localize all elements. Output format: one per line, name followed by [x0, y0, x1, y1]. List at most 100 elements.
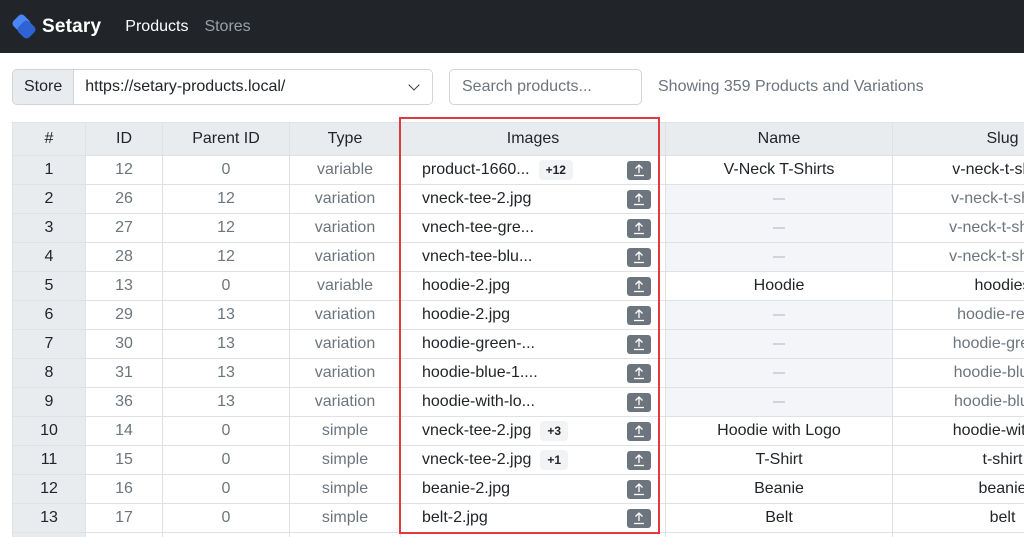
upload-image-button[interactable] — [627, 334, 651, 354]
cell-id[interactable]: 26 — [85, 184, 163, 214]
store-select[interactable]: https://setary-products.local/ — [74, 70, 432, 104]
search-input[interactable] — [449, 69, 642, 105]
cell-type[interactable]: simple — [289, 416, 401, 446]
table-row[interactable]: 5130variable hoodie-2.jpg Hoodiehoodies — [12, 271, 1024, 301]
cell-slug[interactable]: belt — [892, 503, 1024, 533]
upload-image-button[interactable] — [627, 363, 651, 383]
table-row[interactable]: 13 17 0 simple belt-2.jpg Belt belt — [12, 503, 1024, 533]
cell-slug[interactable] — [892, 532, 1024, 537]
cell-slug[interactable]: v-neck-t-shirt-r — [892, 184, 1024, 214]
cell-images[interactable]: vneck-tee-2.jpg — [400, 184, 666, 214]
nav-products[interactable]: Products — [125, 18, 188, 36]
cell-name[interactable]: V-Neck T-Shirts — [665, 155, 893, 185]
column-header-index[interactable]: # — [12, 122, 86, 156]
cell-type[interactable]: simple — [289, 503, 401, 533]
cell-slug[interactable]: hoodie-green- — [892, 329, 1024, 359]
cell-parent-id[interactable]: 12 — [162, 242, 290, 272]
cell-parent-id[interactable]: 13 — [162, 329, 290, 359]
cell-parent-id[interactable]: 0 — [162, 474, 290, 504]
cell-slug[interactable]: hoodie-blue-n — [892, 358, 1024, 388]
cell-type[interactable]: variation — [289, 184, 401, 214]
cell-slug[interactable]: beanie — [892, 474, 1024, 504]
cell-id[interactable]: 12 — [85, 155, 163, 185]
cell-name[interactable]: Belt — [665, 503, 893, 533]
cell-images[interactable]: product-1660... +12 — [400, 155, 666, 185]
more-images-badge[interactable]: +12 — [538, 160, 573, 180]
nav-stores[interactable]: Stores — [204, 18, 250, 36]
cell-type[interactable]: variation — [289, 242, 401, 272]
cell-slug[interactable]: v-neck-t-shirt-b — [892, 242, 1024, 272]
cell-slug[interactable]: t-shirt — [892, 445, 1024, 475]
upload-image-button[interactable] — [627, 276, 651, 296]
cell-images[interactable]: hoodie-2.jpg — [400, 271, 666, 301]
upload-image-button[interactable] — [627, 189, 651, 209]
cell-parent-id[interactable]: 12 — [162, 184, 290, 214]
upload-image-button[interactable] — [627, 218, 651, 238]
cell-parent-id[interactable]: 13 — [162, 358, 290, 388]
upload-image-button[interactable] — [627, 508, 651, 528]
cell-type[interactable]: variation — [289, 358, 401, 388]
cell-name[interactable] — [665, 300, 893, 330]
table-row[interactable]: 1 12 0 variable product-1660... +12 V-Neck T-S… — [12, 155, 1024, 185]
upload-image-button[interactable] — [627, 160, 651, 180]
cell-images[interactable]: hoodie-blue-1.... — [400, 358, 666, 388]
cell-images[interactable]: hoodie-green-... — [400, 329, 666, 359]
cell-parent-id[interactable] — [162, 532, 290, 537]
table-row[interactable]: 4 28 12 variation vnech-tee-blu... v-neck-t-s… — [12, 242, 1024, 272]
cell-parent-id[interactable]: 0 — [162, 155, 290, 185]
cell-type[interactable]: variation — [289, 329, 401, 359]
cell-type[interactable]: variable — [289, 155, 401, 185]
cell-type[interactable]: variable — [289, 271, 401, 301]
table-row[interactable]: 22612variation vneck-tee-2.jpg v-neck-t-sh… — [12, 184, 1024, 214]
upload-image-button[interactable] — [627, 450, 651, 470]
cell-name[interactable]: Hoodie with Logo — [665, 416, 893, 446]
cell-id[interactable]: 28 — [85, 242, 163, 272]
cell-parent-id[interactable]: 13 — [162, 387, 290, 417]
cell-name[interactable] — [665, 532, 893, 537]
upload-image-button[interactable] — [627, 479, 651, 499]
column-header-parent-id[interactable]: Parent ID — [162, 122, 290, 156]
column-header-images[interactable]: Images — [400, 122, 666, 156]
upload-image-button[interactable] — [627, 305, 651, 325]
table-row[interactable]: 10 14 0 simple vneck-tee-2.jpg +3 Hoodie with … — [12, 416, 1024, 446]
cell-images[interactable]: vneck-tee-2.jpg +3 — [400, 416, 666, 446]
upload-image-button[interactable] — [627, 421, 651, 441]
cell-images[interactable]: vneck-tee-2.jpg +1 — [400, 445, 666, 475]
cell-type[interactable]: variation — [289, 300, 401, 330]
upload-image-button[interactable] — [627, 392, 651, 412]
cell-name[interactable] — [665, 184, 893, 214]
cell-id[interactable]: 14 — [85, 416, 163, 446]
cell-images[interactable]: beanie-2.jpg — [400, 474, 666, 504]
table-row[interactable]: 62913variation hoodie-2.jpg hoodie-red-n — [12, 300, 1024, 330]
cell-parent-id[interactable]: 12 — [162, 213, 290, 243]
cell-slug[interactable]: v-neck-t-shirt-g — [892, 213, 1024, 243]
brand[interactable]: Setary — [10, 12, 101, 40]
cell-parent-id[interactable]: 0 — [162, 416, 290, 446]
table-row[interactable]: 3 27 12 variation vnech-tee-gre... v-neck-t-s… — [12, 213, 1024, 243]
cell-parent-id[interactable]: 13 — [162, 300, 290, 330]
cell-id[interactable]: 27 — [85, 213, 163, 243]
cell-parent-id[interactable]: 0 — [162, 271, 290, 301]
cell-name[interactable]: Hoodie — [665, 271, 893, 301]
table-row[interactable]: 11 15 0 simple vneck-tee-2.jpg +1 T-Shirt t-shi… — [12, 445, 1024, 475]
cell-id[interactable] — [85, 532, 163, 537]
cell-name[interactable] — [665, 329, 893, 359]
cell-type[interactable]: variation — [289, 213, 401, 243]
cell-images[interactable]: hoodie-2.jpg — [400, 300, 666, 330]
cell-name[interactable] — [665, 358, 893, 388]
cell-slug[interactable]: hoodie-with-lo — [892, 416, 1024, 446]
cell-name[interactable] — [665, 242, 893, 272]
cell-slug[interactable]: v-neck-t-shirts — [892, 155, 1024, 185]
column-header-type[interactable]: Type — [289, 122, 401, 156]
table-row[interactable]: 12 16 0 simple beanie-2.jpg Beanie beanie — [12, 474, 1024, 504]
cell-slug[interactable]: hoodies — [892, 271, 1024, 301]
cell-id[interactable]: 16 — [85, 474, 163, 504]
cell-name[interactable] — [665, 213, 893, 243]
cell-id[interactable]: 13 — [85, 271, 163, 301]
cell-name[interactable]: Beanie — [665, 474, 893, 504]
table-row[interactable] — [12, 532, 1024, 537]
table-row[interactable]: 9 36 13 variation hoodie-with-lo... hoodie-bl… — [12, 387, 1024, 417]
cell-id[interactable]: 36 — [85, 387, 163, 417]
cell-id[interactable]: 31 — [85, 358, 163, 388]
cell-id[interactable]: 30 — [85, 329, 163, 359]
